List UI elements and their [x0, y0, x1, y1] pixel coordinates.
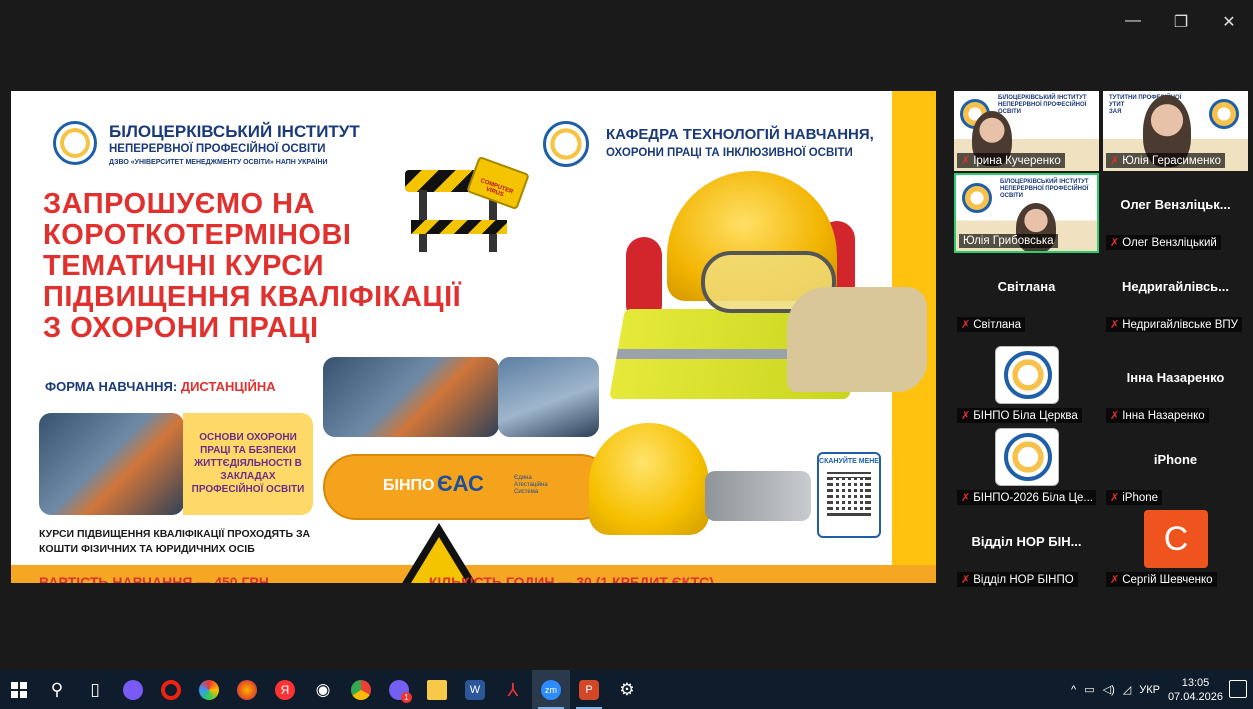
notification-center-icon[interactable]: [1229, 680, 1247, 698]
participant-name: Юлія Грибовська: [959, 234, 1058, 248]
opera-icon[interactable]: [152, 670, 190, 709]
eye-app-icon[interactable]: ◉: [304, 670, 342, 709]
participant-title: Світлана: [997, 279, 1056, 294]
slide-cut-text: ВАРТІСТЬ НАВЧАННЯ — 450 ГРН КІЛЬКІСТЬ ГОД…: [39, 574, 714, 583]
alice-app-icon[interactable]: [114, 670, 152, 709]
hard-hat-icon: [589, 423, 709, 535]
workers-photo: [323, 357, 499, 437]
participant-name: ✗ Сергій Шевченко: [1106, 572, 1217, 587]
participant-tile[interactable]: Недригайлівсь... ✗ Недригайлівське ВПУ: [1103, 255, 1248, 335]
participant-name: ✗ Інна Назаренко: [1106, 408, 1209, 423]
engineers-photo: [39, 413, 184, 515]
mic-muted-icon: ✗: [1110, 574, 1120, 586]
course-title-box: ОСНОВИ ОХОРОНИ ПРАЦІ ТА БЕЗПЕКИ ЖИТТЄДІЯ…: [183, 413, 313, 515]
binpo-logo-avatar: [995, 428, 1059, 486]
participant-tile[interactable]: БІЛОЦЕРКІВСЬКИЙ ІНСТИТУТ НЕПЕРЕРВНОЇ ПРОФ…: [954, 91, 1099, 171]
institute-logo: [53, 121, 97, 165]
shared-screen: БІЛОЦЕРКІВСЬКИЙ ІНСТИТУТ НЕПЕРЕРВНОЇ ПРО…: [11, 91, 936, 583]
minimize-button[interactable]: —: [1119, 12, 1147, 32]
institute-subtitle: НЕПЕРЕРВНОЇ ПРОФЕСІЙНОЇ ОСВІТИ: [109, 143, 326, 155]
mic-muted-icon: ✗: [961, 319, 971, 331]
word-icon[interactable]: W: [456, 670, 494, 709]
network-icon[interactable]: ▭: [1084, 683, 1094, 696]
firefox-icon[interactable]: [228, 670, 266, 709]
binpo-logo-avatar: [995, 346, 1059, 404]
participant-tile[interactable]: ✗ БІНПО-2026 Біла Це...: [954, 428, 1099, 508]
language-indicator[interactable]: УКР: [1139, 684, 1160, 696]
mic-muted-icon: ✗: [961, 155, 971, 167]
participant-title: Олег Вензліцьк...: [1120, 197, 1231, 212]
participant-name: ✗ Юлія Герасименко: [1106, 153, 1226, 168]
participant-tile[interactable]: Олег Вензліцьк... ✗ Олег Вензліцький: [1103, 173, 1248, 253]
institute-dzvo: ДЗВО «УНІВЕРСИТЕТ МЕНЕДЖМЕНТУ ОСВІТИ» НА…: [109, 159, 328, 166]
worker-photo: [498, 357, 599, 437]
participant-name: ✗ Світлана: [957, 317, 1026, 332]
windows-start-icon[interactable]: [0, 670, 38, 709]
participant-title: Недригайлівсь...: [1121, 279, 1230, 294]
participant-name: ✗ Олег Вензліцький: [1106, 235, 1221, 250]
viber-icon[interactable]: 1: [380, 670, 418, 709]
mic-muted-icon: ✗: [1110, 410, 1120, 422]
mic-muted-icon: ✗: [1110, 319, 1120, 331]
participant-name: ✗ iPhone: [1106, 490, 1163, 505]
participant-tile[interactable]: ТУТИТНИ ПРОФЕСІЙНОЇ УТИТ ЗАЯ ✗ Юлія Герасим…: [1103, 91, 1248, 171]
participant-title: iPhone: [1153, 452, 1198, 467]
participant-tile[interactable]: Відділ НОР БІН... ✗ Відділ НОР БІНПО: [954, 510, 1099, 590]
participant-name: ✗ БІНПО Біла Церква: [957, 408, 1082, 423]
chrome-icon[interactable]: [342, 670, 380, 709]
slide-headline: ЗАПРОШУЄМО НА КОРОТКОТЕРМІНОВІ ТЕМАТИЧНІ…: [43, 188, 462, 344]
department-line2: ОХОРОНИ ПРАЦІ ТА ІНКЛЮЗИВНОЇ ОСВІТИ: [606, 147, 853, 159]
file-explorer-icon[interactable]: [418, 670, 456, 709]
gloves-icon: [787, 287, 927, 392]
participant-tile[interactable]: C ✗ Сергій Шевченко: [1103, 510, 1248, 590]
binpo-logo: [543, 121, 589, 167]
participant-name: ✗ Відділ НОР БІНПО: [957, 572, 1078, 587]
eas-label: ЄАС: [437, 471, 484, 496]
participant-tile[interactable]: iPhone ✗ iPhone: [1103, 428, 1248, 508]
department-line1: КАФЕДРА ТЕХНОЛОГІЙ НАВЧАННЯ,: [606, 126, 874, 143]
tray-chevron-icon[interactable]: ^: [1071, 684, 1076, 696]
participant-title: Інна Назаренко: [1126, 370, 1225, 385]
institute-name: БІЛОЦЕРКІВСЬКИЙ ІНСТИТУТ: [109, 122, 360, 141]
participant-title: Відділ НОР БІН...: [971, 534, 1082, 549]
participant-tile[interactable]: ✗ БІНПО Біла Церква: [954, 346, 1099, 426]
participant-name: ✗ Недригайлівське ВПУ: [1106, 317, 1242, 332]
participant-tile-active-speaker[interactable]: БІЛОЦЕРКІВСЬКИЙ ІНСТИТУТ НЕПЕРЕРВНОЇ ПРОФ…: [954, 173, 1099, 253]
participant-name: ✗ Ірина Кучеренко: [957, 153, 1065, 168]
mic-muted-icon: ✗: [1110, 155, 1120, 167]
qr-code: СКАНУЙТЕ МЕНЕ: [817, 452, 881, 538]
mic-muted-icon: ✗: [961, 410, 971, 422]
eas-subtitle: Єдина Атестаційна Система: [514, 475, 548, 495]
binpo-label: БІНПО: [383, 477, 435, 494]
mic-muted-icon: ✗: [1110, 237, 1120, 249]
restore-button[interactable]: ❐: [1167, 12, 1195, 32]
tools-icon: [705, 471, 811, 521]
form-of-study: ФОРМА НАВЧАННЯ: ДИСТАНЦІЙНА: [45, 379, 276, 394]
letter-avatar: C: [1144, 510, 1208, 568]
colorful-app-icon[interactable]: [190, 670, 228, 709]
volume-icon[interactable]: ◁): [1103, 683, 1115, 696]
task-view-icon[interactable]: ▯: [76, 670, 114, 709]
mic-muted-icon: ✗: [961, 492, 971, 504]
funding-note: КУРСИ ПІДВИЩЕННЯ КВАЛІФІКАЦІЇ ПРОХОДЯТЬ …: [39, 528, 311, 555]
zoom-meeting-window: — ❐ ✕ БІЛОЦЕРКІВСЬКИЙ ІНСТИТУТ НЕПЕРЕРВН…: [0, 0, 1253, 709]
close-button[interactable]: ✕: [1215, 12, 1243, 32]
search-icon[interactable]: ⚲: [38, 670, 76, 709]
wifi-icon[interactable]: ◿: [1123, 683, 1131, 696]
zoom-icon[interactable]: zm: [532, 670, 570, 709]
yandex-browser-icon[interactable]: Я: [266, 670, 304, 709]
participant-tile[interactable]: Світлана ✗ Світлана: [954, 255, 1099, 335]
settings-gear-icon[interactable]: ⚙: [608, 670, 646, 709]
windows-taskbar: ⚲ ▯ Я ◉ 1 W ⅄ zm P ⚙ ^ ▭ ◁) ◿ УКР 13:05 …: [0, 670, 1253, 709]
mic-muted-icon: ✗: [1110, 492, 1120, 504]
acrobat-icon[interactable]: ⅄: [494, 670, 532, 709]
mic-muted-icon: ✗: [961, 574, 971, 586]
clock[interactable]: 13:05 07.04.2026: [1168, 676, 1223, 704]
participant-tile[interactable]: Інна Назаренко ✗ Інна Назаренко: [1103, 346, 1248, 426]
window-controls: — ❐ ✕: [1119, 12, 1243, 32]
participant-name: ✗ БІНПО-2026 Біла Це...: [957, 490, 1096, 505]
system-tray: ^ ▭ ◁) ◿ УКР 13:05 07.04.2026: [1071, 670, 1223, 709]
powerpoint-icon[interactable]: P: [570, 670, 608, 709]
